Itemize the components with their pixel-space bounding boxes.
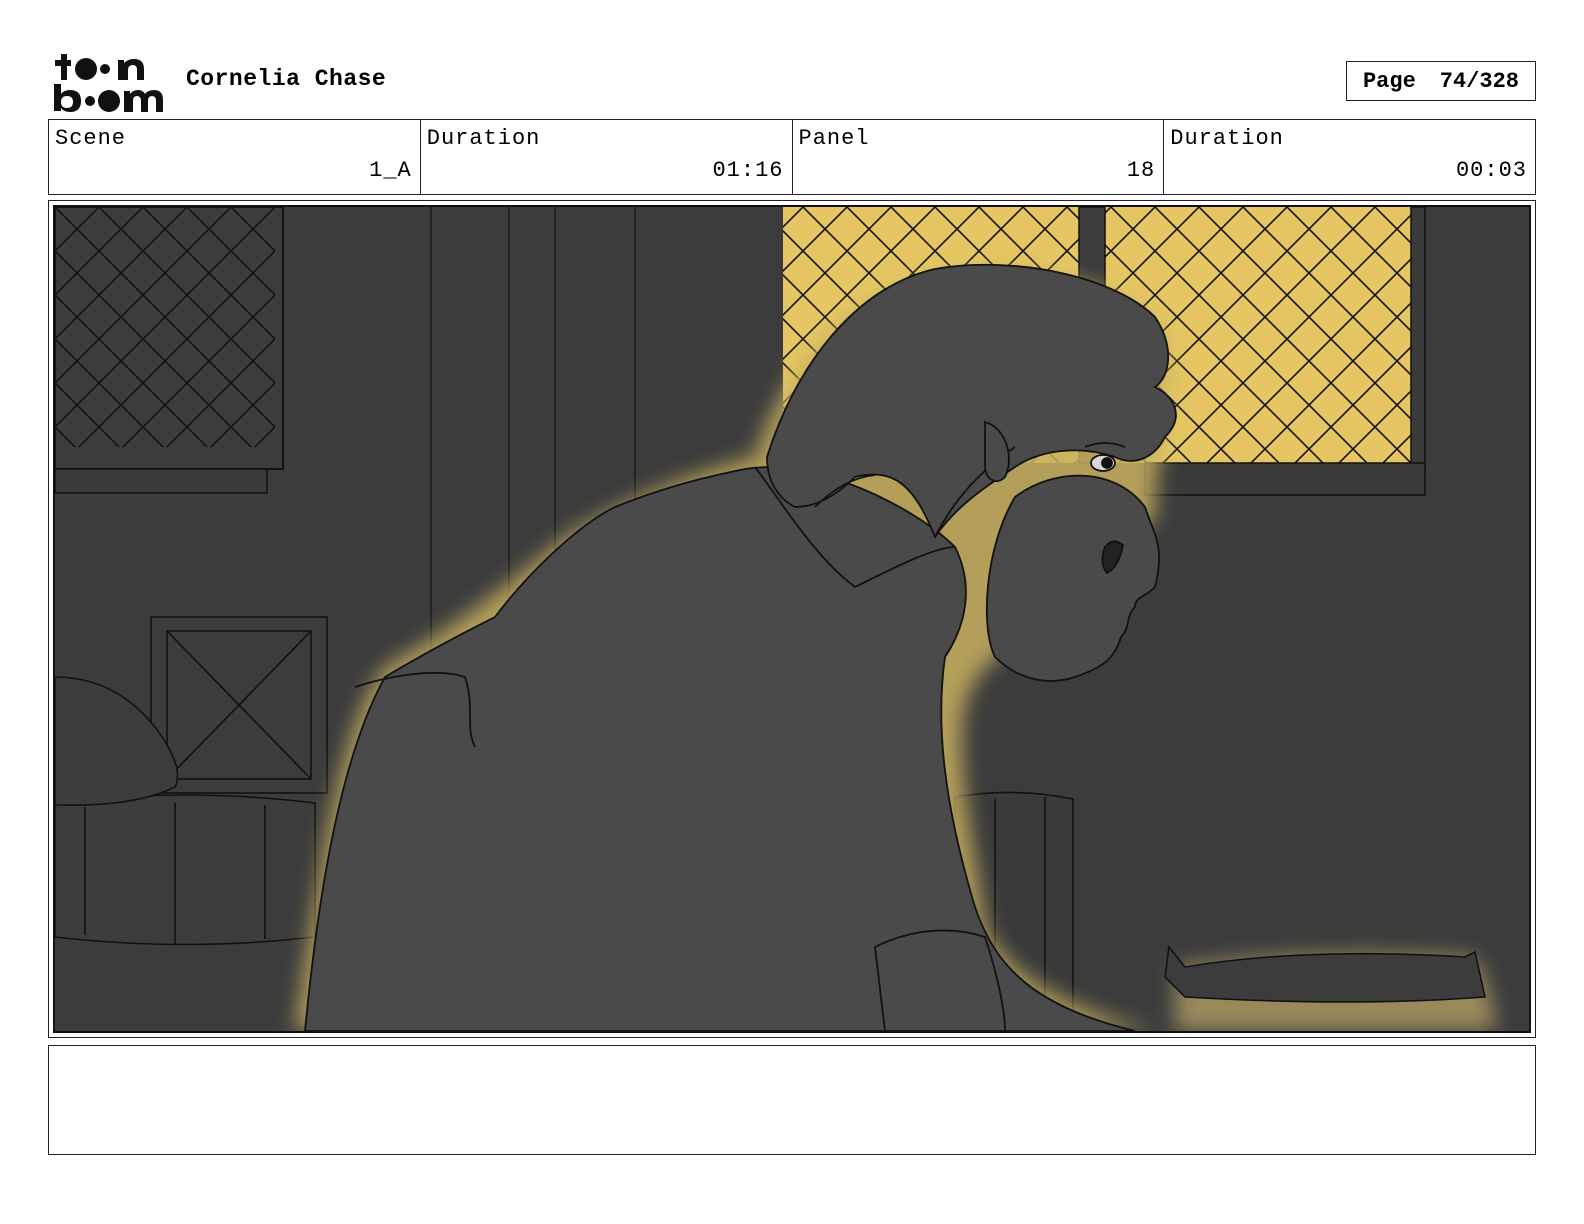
panel-cell: Panel 18 xyxy=(793,120,1165,194)
scene-duration-label: Duration xyxy=(426,126,541,151)
storyboard-panel-frame xyxy=(48,200,1536,1038)
scene-label: Scene xyxy=(55,126,127,151)
panel-value: 18 xyxy=(1126,158,1156,183)
scene-duration-value: 01:16 xyxy=(712,158,784,183)
panel-duration-label: Duration xyxy=(1170,126,1284,151)
scene-value: 1_A xyxy=(369,158,412,183)
scene-cell: Scene 1_A xyxy=(49,120,421,194)
page-number: 74/328 xyxy=(1439,68,1520,94)
panel-duration-value: 00:03 xyxy=(1455,158,1527,183)
caption-box xyxy=(48,1045,1536,1155)
panel-illustration xyxy=(55,207,1529,1031)
panel-duration-cell: Duration 00:03 xyxy=(1164,120,1535,194)
page-label: Page xyxy=(1362,68,1416,94)
storyboard-panel-image xyxy=(53,205,1531,1033)
project-title: Cornelia Chase xyxy=(186,66,387,92)
toon-boom-logo xyxy=(54,54,163,112)
panel-info-row: Scene 1_A Duration 01:16 Panel 18 Durati… xyxy=(48,119,1536,195)
page-indicator: Page 74/328 xyxy=(1346,61,1536,101)
panel-label: Panel xyxy=(798,126,870,151)
scene-duration-cell: Duration 01:16 xyxy=(421,120,793,194)
